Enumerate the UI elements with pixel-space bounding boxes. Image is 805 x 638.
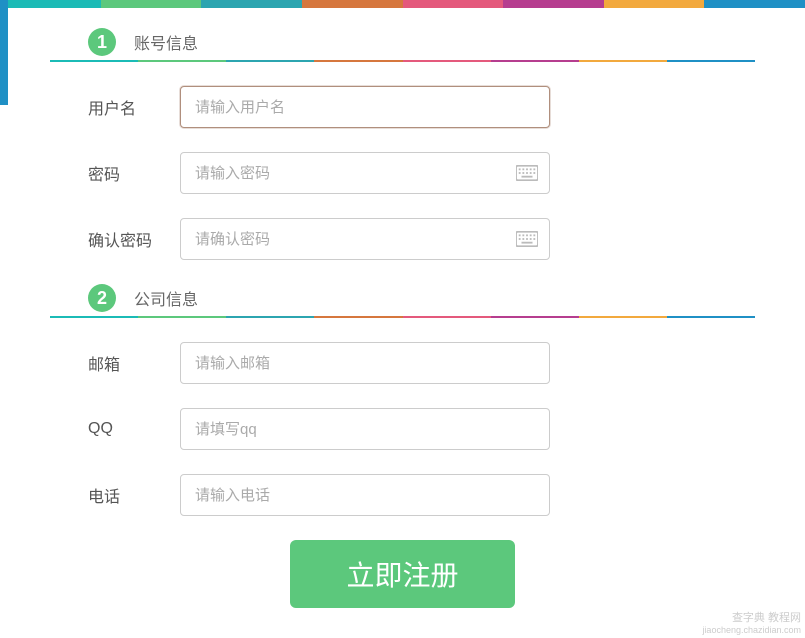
label-qq: QQ (50, 420, 180, 438)
step-badge-2: 2 (88, 284, 116, 312)
divider-rainbow-2 (50, 316, 755, 318)
watermark-sub: jiaocheng.chazidian.com (702, 625, 801, 636)
top-rainbow-border (0, 0, 805, 8)
watermark: 查字典 教程网 jiaocheng.chazidian.com (702, 612, 801, 636)
email-input[interactable] (180, 342, 550, 384)
label-phone: 电话 (50, 483, 180, 507)
qq-input[interactable] (180, 408, 550, 450)
keyboard-icon[interactable] (516, 165, 538, 181)
confirm-password-input[interactable] (180, 218, 550, 260)
divider-rainbow-1 (50, 60, 755, 62)
label-username: 用户名 (50, 95, 180, 119)
phone-input[interactable] (180, 474, 550, 516)
section-header-account: 1 账号信息 (50, 28, 755, 56)
label-confirm-password: 确认密码 (50, 227, 180, 251)
keyboard-icon[interactable] (516, 231, 538, 247)
step-badge-1: 1 (88, 28, 116, 56)
username-input[interactable] (180, 86, 550, 128)
label-email: 邮箱 (50, 351, 180, 375)
label-password: 密码 (50, 161, 180, 185)
section-header-company: 2 公司信息 (50, 284, 755, 312)
section-title-company: 公司信息 (134, 286, 198, 310)
password-input[interactable] (180, 152, 550, 194)
submit-button[interactable]: 立即注册 (290, 540, 514, 608)
watermark-main: 查字典 教程网 (732, 612, 801, 624)
section-title-account: 账号信息 (134, 30, 198, 54)
